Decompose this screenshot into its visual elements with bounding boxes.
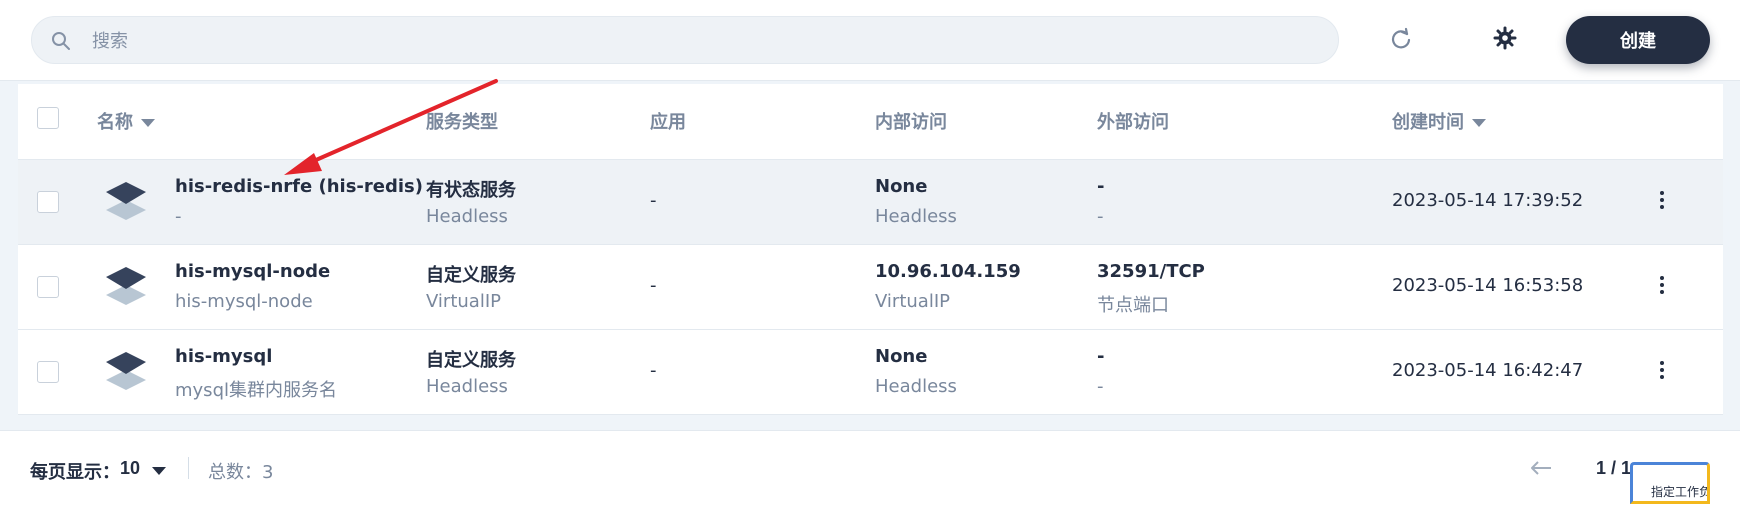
service-alias: -	[175, 206, 182, 227]
table-row[interactable]: his-mysql mysql集群内服务名 自定义服务 Headless - N…	[18, 329, 1723, 415]
caret-down-icon	[1472, 119, 1486, 127]
service-app: -	[650, 275, 657, 296]
row-checkbox[interactable]	[37, 276, 59, 298]
external-access: 32591/TCP	[1097, 261, 1205, 282]
service-name-link[interactable]: his-mysql	[175, 346, 272, 367]
service-icon	[106, 352, 146, 390]
total-count: 总数：3	[208, 462, 274, 483]
internal-access-sub: Headless	[875, 376, 957, 397]
header-created-time[interactable]: 创建时间	[1392, 108, 1486, 134]
service-type-sub: Headless	[426, 376, 508, 397]
service-app: -	[650, 360, 657, 381]
internal-access: 10.96.104.159	[875, 261, 1021, 282]
service-icon	[106, 267, 146, 305]
floating-widget-label: 指定工作负	[1651, 485, 1710, 499]
created-time: 2023-05-14 17:39:52	[1392, 190, 1584, 211]
create-button[interactable]: 创建	[1566, 16, 1710, 64]
caret-down-icon[interactable]	[152, 467, 166, 475]
service-app: -	[650, 190, 657, 211]
search-icon	[52, 32, 70, 50]
header-app: 应用	[650, 112, 686, 133]
header-name-label: 名称	[97, 112, 133, 133]
table-header: 名称 服务类型 应用 内部访问 外部访问 创建时间	[18, 84, 1723, 158]
table-row[interactable]: his-redis-nrfe (his-redis) - 有状态服务 Headl…	[18, 159, 1723, 244]
service-name-link[interactable]: his-redis-nrfe (his-redis)	[175, 176, 423, 197]
service-name-link[interactable]: his-mysql-node	[175, 261, 330, 282]
per-page-select[interactable]: 10	[120, 458, 140, 479]
floating-widget[interactable]: 指定工作负	[1630, 462, 1710, 504]
page-indicator: 1 / 1	[1596, 458, 1632, 478]
arrow-left-icon[interactable]	[1528, 457, 1554, 479]
created-time: 2023-05-14 16:53:58	[1392, 275, 1584, 296]
service-type-sub: Headless	[426, 206, 508, 227]
header-internal-access: 内部访问	[875, 112, 947, 133]
search-input[interactable]	[90, 17, 1294, 65]
external-access-sub: -	[1097, 376, 1104, 397]
service-type-sub: VirtualIP	[426, 291, 501, 312]
service-type: 有状态服务	[426, 180, 516, 201]
more-vertical-icon[interactable]	[1652, 273, 1672, 301]
header-created-time-label: 创建时间	[1392, 112, 1464, 133]
services-table: 名称 服务类型 应用 内部访问 外部访问 创建时间 his-redis-nrfe…	[18, 84, 1723, 415]
service-alias: his-mysql-node	[175, 291, 313, 312]
internal-access-sub: VirtualIP	[875, 291, 950, 312]
more-vertical-icon[interactable]	[1652, 358, 1672, 386]
service-icon	[106, 182, 146, 220]
row-checkbox[interactable]	[37, 361, 59, 383]
internal-access: None	[875, 346, 928, 367]
external-access-sub: 节点端口	[1097, 295, 1169, 316]
refresh-icon[interactable]	[1388, 26, 1414, 52]
pagination-bar: 每页显示： 10 总数：3 1 / 1	[0, 430, 1740, 505]
search-bar[interactable]	[31, 16, 1339, 65]
caret-down-icon	[141, 119, 155, 127]
header-external-access: 外部访问	[1097, 112, 1169, 133]
toolbar: 创建	[0, 0, 1740, 81]
per-page-label: 每页显示：	[30, 462, 120, 483]
external-access-sub: -	[1097, 206, 1104, 227]
header-service-type: 服务类型	[426, 112, 498, 133]
header-name[interactable]: 名称	[97, 108, 155, 134]
gear-icon[interactable]	[1492, 25, 1518, 51]
created-time: 2023-05-14 16:42:47	[1392, 360, 1584, 381]
external-access: -	[1097, 346, 1105, 367]
more-vertical-icon[interactable]	[1652, 188, 1672, 216]
table-row[interactable]: his-mysql-node his-mysql-node 自定义服务 Virt…	[18, 244, 1723, 329]
external-access: -	[1097, 176, 1105, 197]
service-alias: mysql集群内服务名	[175, 380, 337, 401]
service-type: 自定义服务	[426, 265, 516, 286]
service-type: 自定义服务	[426, 350, 516, 371]
internal-access-sub: Headless	[875, 206, 957, 227]
row-checkbox[interactable]	[37, 191, 59, 213]
internal-access: None	[875, 176, 928, 197]
select-all-checkbox[interactable]	[37, 107, 59, 129]
divider	[188, 457, 189, 479]
